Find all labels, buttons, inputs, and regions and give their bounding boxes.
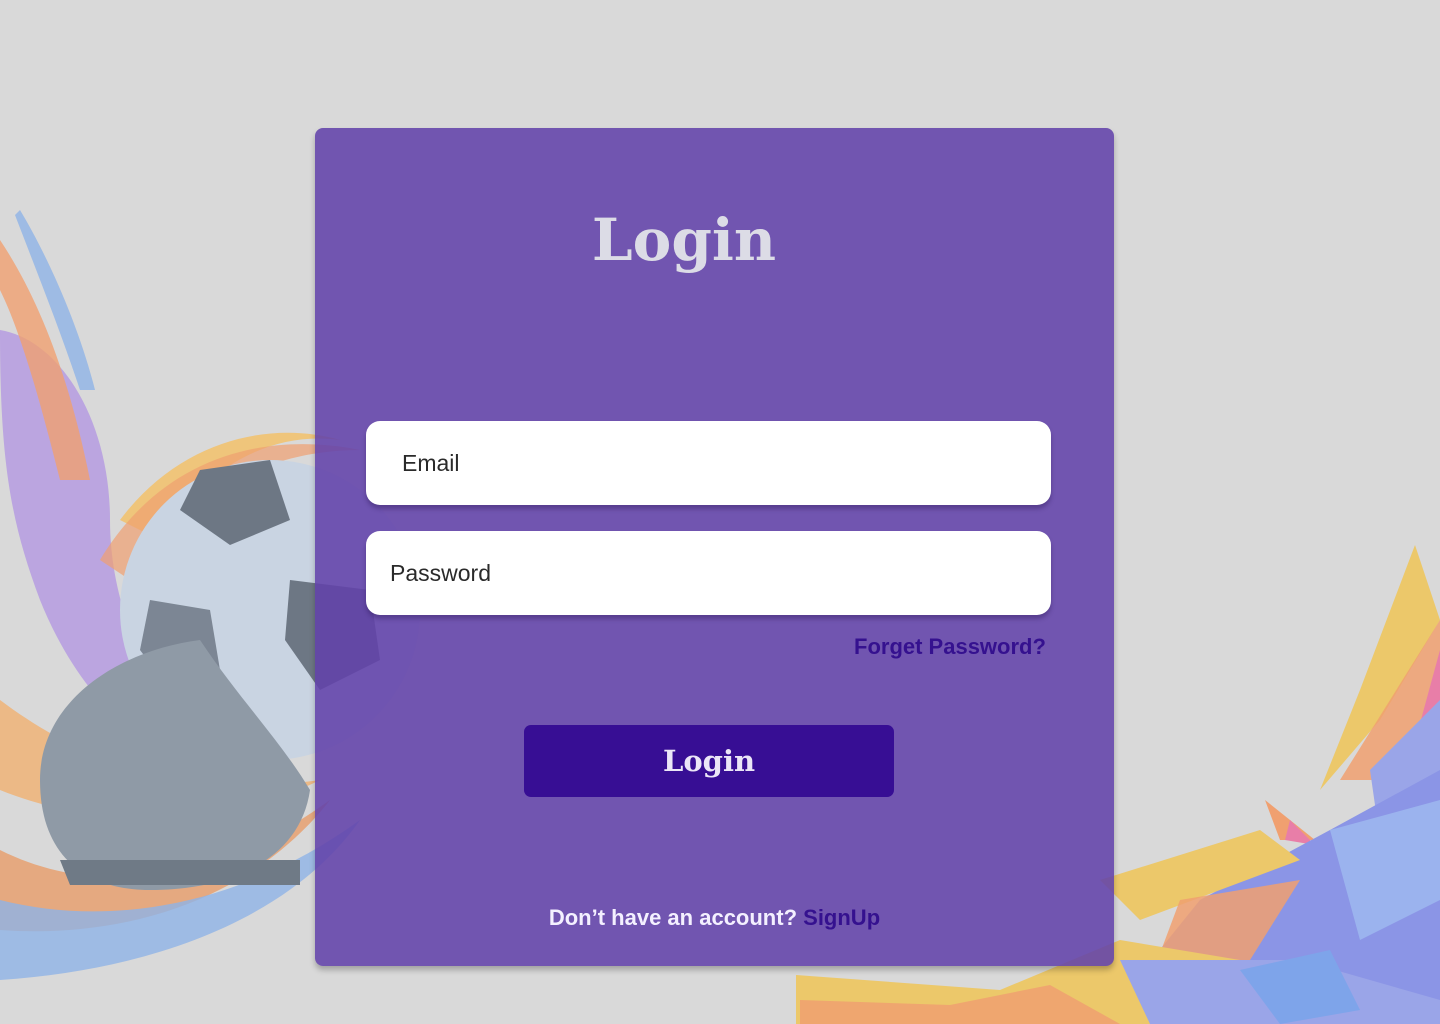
signup-link[interactable]: SignUp	[803, 905, 880, 930]
signup-prompt-text: Don’t have an account?	[548, 905, 798, 930]
email-field[interactable]	[366, 421, 1051, 505]
page-title: Login	[591, 206, 777, 274]
login-page: Login Forget Password? Login Don’t have …	[0, 0, 1440, 1024]
login-button[interactable]: Login	[524, 725, 894, 797]
forgot-password-link[interactable]: Forget Password?	[854, 634, 1046, 660]
signup-prompt: Don’t have an account? SignUp	[315, 905, 1114, 931]
password-field[interactable]	[366, 531, 1051, 615]
